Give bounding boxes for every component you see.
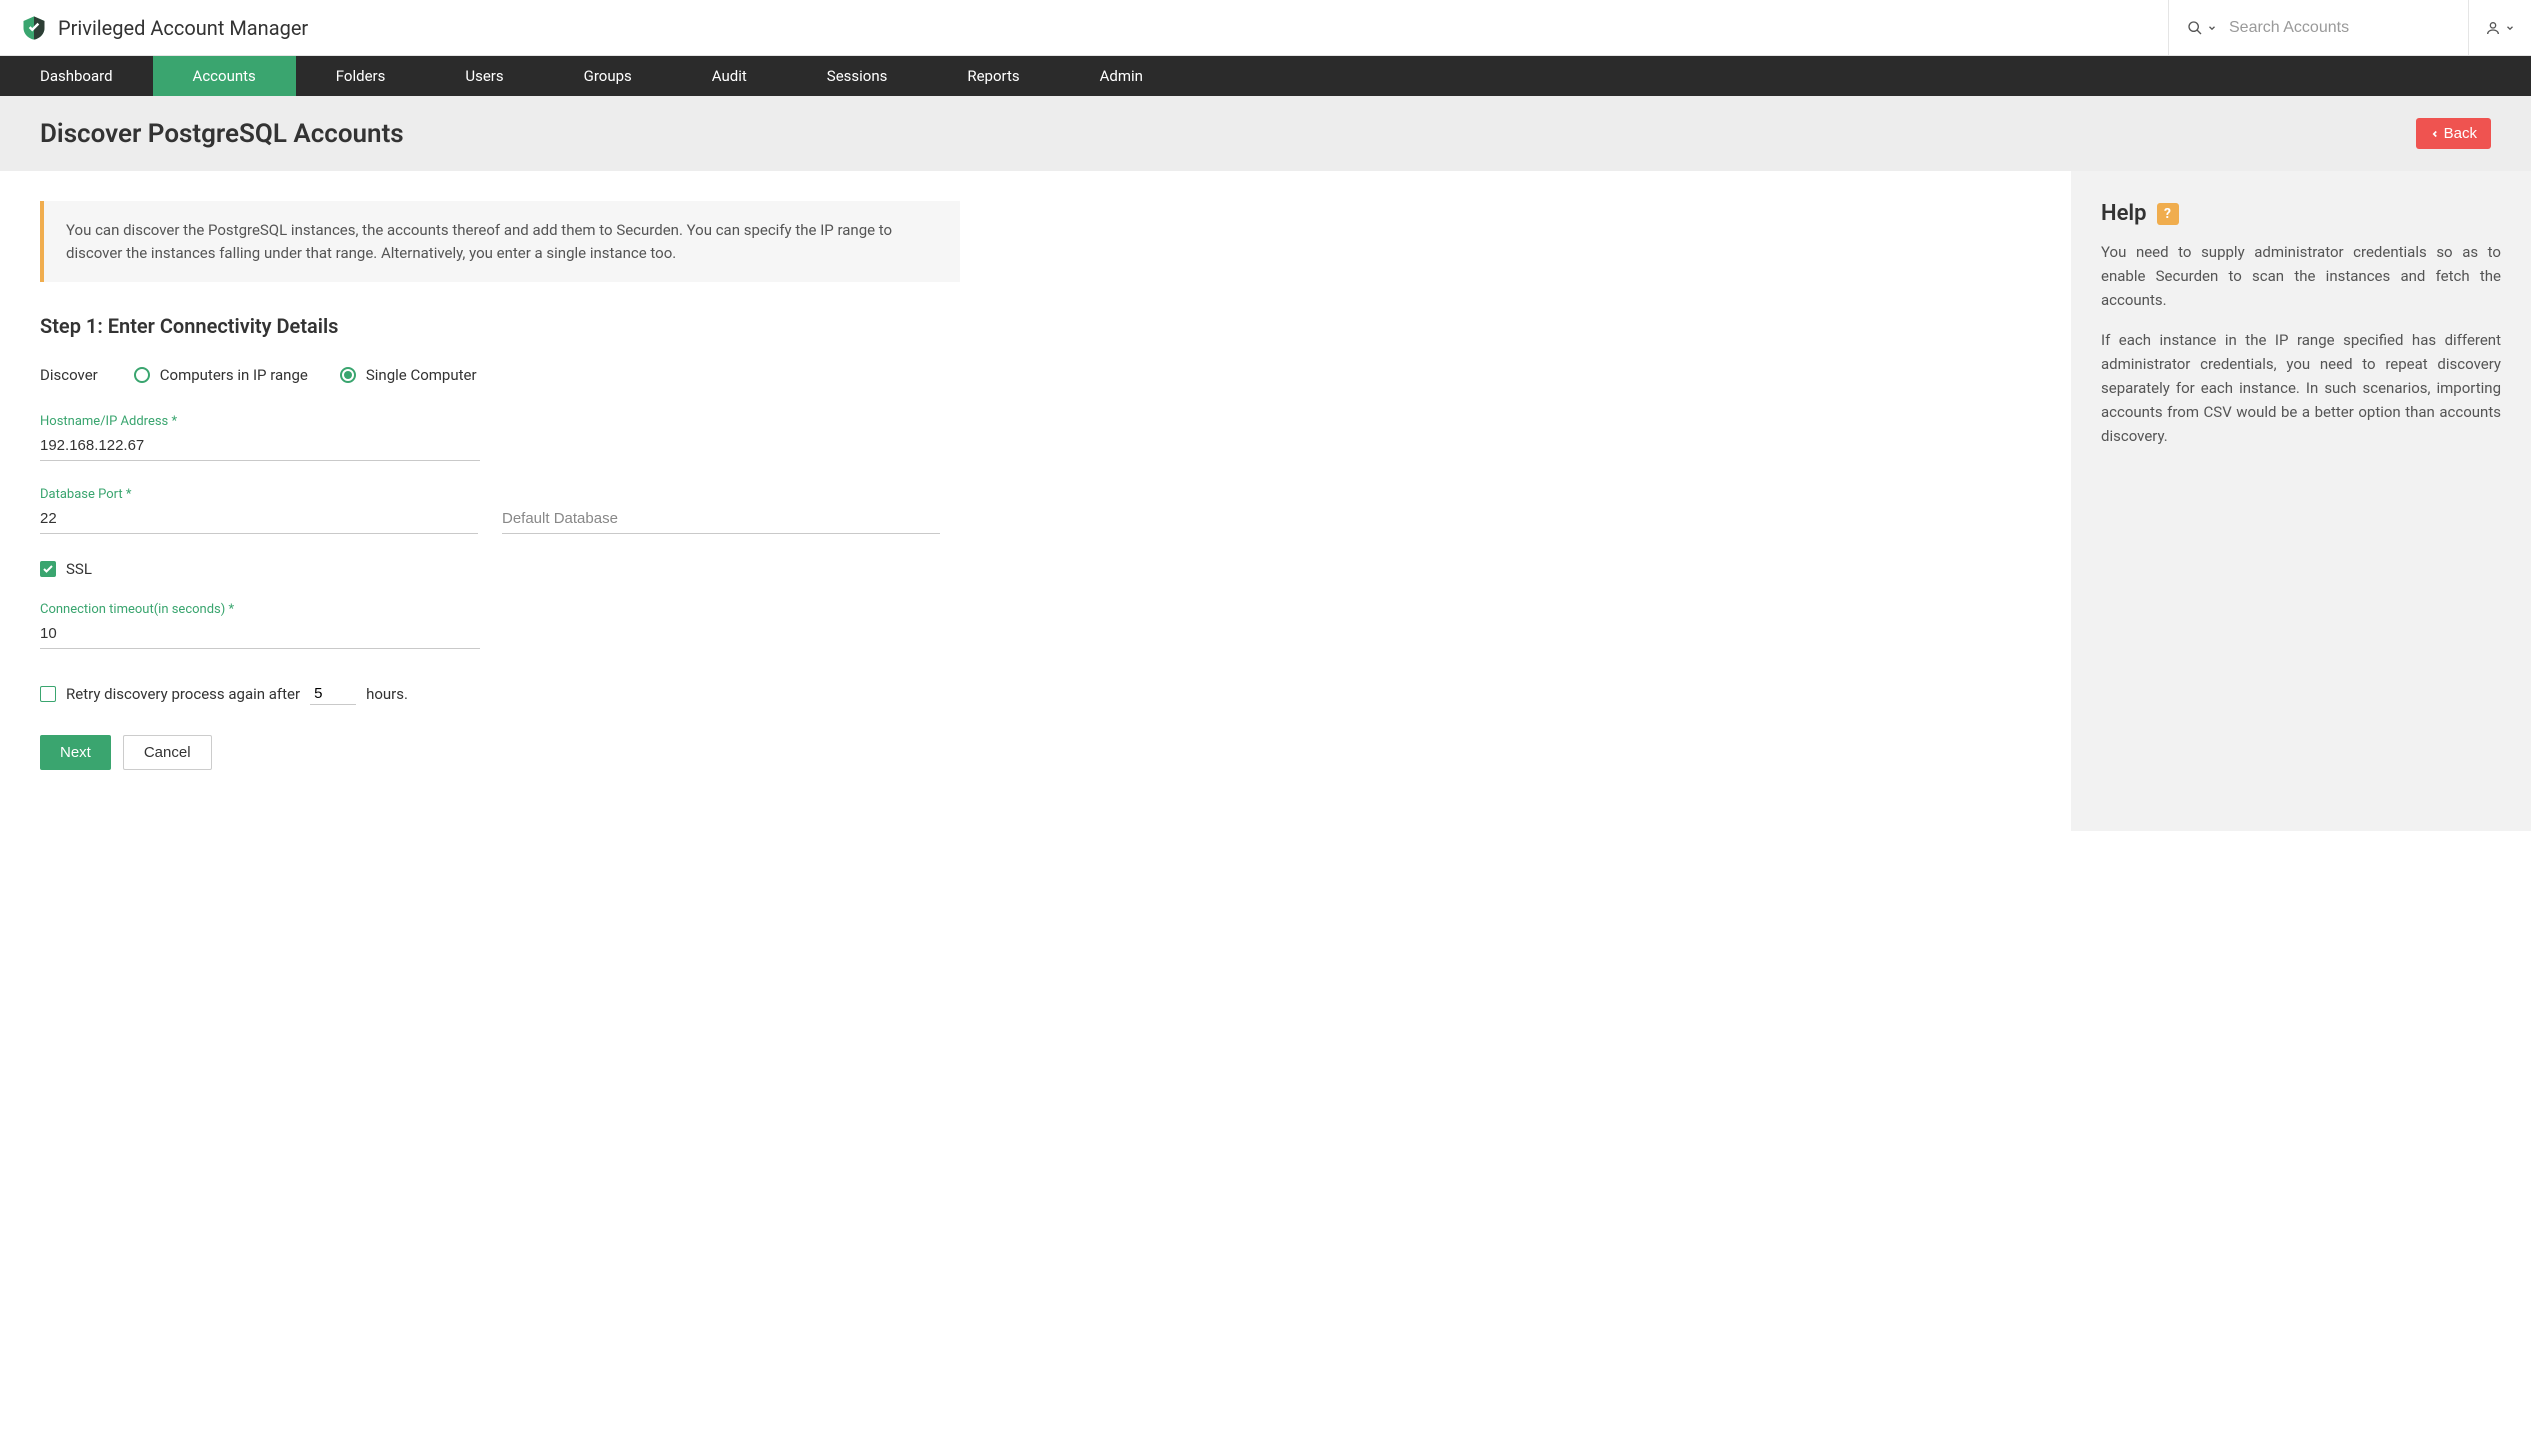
- info-banner: You can discover the PostgreSQL instance…: [40, 201, 960, 282]
- help-title: Help: [2101, 201, 2147, 226]
- nav-accounts[interactable]: Accounts: [153, 56, 296, 96]
- help-paragraph-1: You need to supply administrator credent…: [2101, 240, 2501, 312]
- search-input[interactable]: [2229, 19, 2450, 37]
- help-paragraph-2: If each instance in the IP range specifi…: [2101, 328, 2501, 448]
- nav-audit[interactable]: Audit: [672, 56, 787, 96]
- nav-reports[interactable]: Reports: [927, 56, 1059, 96]
- page-title: Discover PostgreSQL Accounts: [40, 119, 404, 149]
- nav-users[interactable]: Users: [425, 56, 543, 96]
- layout: You can discover the PostgreSQL instance…: [0, 171, 2531, 831]
- navbar: Dashboard Accounts Folders Users Groups …: [0, 56, 2531, 96]
- nav-folders[interactable]: Folders: [296, 56, 426, 96]
- ssl-checkbox[interactable]: [40, 561, 56, 577]
- radio-circle-selected-icon: [340, 367, 356, 383]
- step-title: Step 1: Enter Connectivity Details: [40, 314, 2031, 338]
- retry-text-before: Retry discovery process again after: [66, 685, 300, 703]
- discover-mode-row: Discover Computers in IP range Single Co…: [40, 366, 2031, 384]
- back-button-label: Back: [2444, 125, 2477, 142]
- shield-logo-icon: [20, 14, 48, 42]
- timeout-input[interactable]: [40, 619, 480, 649]
- port-label: Database Port *: [40, 487, 478, 502]
- radio-ip-range[interactable]: Computers in IP range: [134, 366, 308, 384]
- search-icon[interactable]: [2187, 20, 2217, 36]
- page-header: Discover PostgreSQL Accounts Back: [0, 96, 2531, 171]
- radio-circle-icon: [134, 367, 150, 383]
- help-panel: Help ? You need to supply administrator …: [2071, 171, 2531, 831]
- retry-text-after: hours.: [366, 685, 408, 703]
- ssl-label: SSL: [66, 560, 92, 578]
- retry-hours-input[interactable]: [310, 683, 356, 705]
- radio-single-computer-label: Single Computer: [366, 366, 477, 384]
- topbar: Privileged Account Manager: [0, 0, 2531, 56]
- discover-lead-label: Discover: [40, 366, 98, 384]
- search-area: [2168, 0, 2468, 55]
- chevron-left-icon: [2430, 128, 2440, 140]
- default-database-input[interactable]: [502, 504, 940, 534]
- radio-single-computer[interactable]: Single Computer: [340, 366, 477, 384]
- retry-checkbox[interactable]: [40, 686, 56, 702]
- radio-ip-range-label: Computers in IP range: [160, 366, 308, 384]
- chevron-down-icon: [2505, 23, 2515, 33]
- brand: Privileged Account Manager: [0, 14, 328, 42]
- main-column: You can discover the PostgreSQL instance…: [0, 171, 2071, 831]
- cancel-button[interactable]: Cancel: [123, 735, 212, 770]
- help-icon: ?: [2157, 203, 2179, 225]
- timeout-label: Connection timeout(in seconds) *: [40, 602, 480, 617]
- brand-title: Privileged Account Manager: [58, 16, 308, 40]
- hostname-input[interactable]: [40, 431, 480, 461]
- nav-admin[interactable]: Admin: [1060, 56, 1183, 96]
- user-icon: [2485, 20, 2501, 36]
- back-button[interactable]: Back: [2416, 118, 2491, 149]
- hostname-label: Hostname/IP Address *: [40, 414, 480, 429]
- nav-dashboard[interactable]: Dashboard: [0, 56, 153, 96]
- nav-groups[interactable]: Groups: [544, 56, 672, 96]
- user-menu[interactable]: [2468, 0, 2531, 55]
- next-button[interactable]: Next: [40, 735, 111, 770]
- nav-sessions[interactable]: Sessions: [787, 56, 928, 96]
- port-input[interactable]: [40, 504, 478, 534]
